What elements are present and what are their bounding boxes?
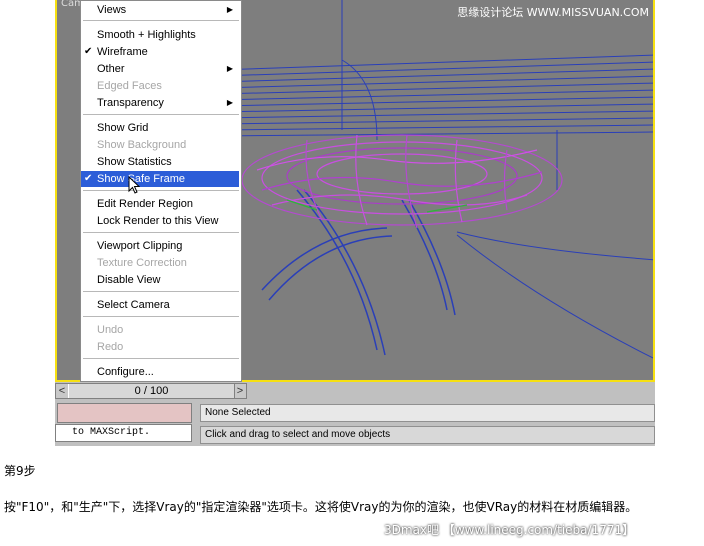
menu-item-redo: Redo (81, 339, 239, 355)
prompt-line: Click and drag to select and move object… (200, 426, 655, 444)
menu-item-lock-render[interactable]: Lock Render to this View (81, 213, 239, 229)
menu-item-configure[interactable]: Configure... (81, 364, 239, 380)
watermark-bottom: 3Dmax吧 【www.lineeg.com/tieba/1771】 (384, 523, 635, 537)
menu-separator (83, 232, 239, 234)
menu-item-show-background: Show Background (81, 137, 239, 153)
instruction-paragraph: 按"F10"，和"生产"下，选择Vray的"指定渲染器"选项卡。这将使Vray的… (4, 500, 638, 514)
menu-item-label: Views (97, 4, 127, 16)
maxscript-mini-listener[interactable]: to MAXScript. (55, 424, 192, 442)
menu-item-wireframe[interactable]: ✔ Wireframe (81, 44, 239, 60)
menu-item-label: Redo (97, 341, 124, 353)
menu-item-label: Edit Render Region (97, 198, 194, 210)
menu-item-label: Show Safe Frame (97, 173, 186, 185)
menu-item-label: Show Statistics (97, 156, 172, 168)
menu-separator (83, 20, 239, 22)
slider-prev-button[interactable]: < (56, 384, 68, 398)
menu-item-label: Viewport Clipping (97, 240, 183, 252)
menu-separator (83, 291, 239, 293)
time-slider[interactable]: < 0 / 100 > (55, 383, 247, 399)
menu-item-select-camera[interactable]: Select Camera (81, 297, 239, 313)
menu-item-edit-render-region[interactable]: Edit Render Region (81, 196, 239, 212)
menu-item-views[interactable]: Views ▶ (81, 2, 239, 18)
menu-item-other[interactable]: Other ▶ (81, 61, 239, 77)
time-slider-thumb[interactable]: 0 / 100 (68, 384, 235, 398)
status-bar: < 0 / 100 > to MAXScript. None Selected … (55, 382, 655, 446)
menu-item-label: Other (97, 63, 125, 75)
menu-item-undo: Undo (81, 322, 239, 338)
menu-item-label: Show Grid (97, 122, 149, 134)
step-title: 第9步 (4, 464, 36, 478)
menu-item-label: Select Camera (97, 299, 170, 311)
menu-separator (83, 358, 239, 360)
menu-item-label: Edged Faces (97, 80, 162, 92)
menu-item-disable-view[interactable]: Disable View (81, 272, 239, 288)
submenu-arrow-icon: ▶ (226, 5, 233, 14)
menu-item-show-statistics[interactable]: Show Statistics (81, 154, 239, 170)
menu-item-label: Texture Correction (97, 257, 187, 269)
menu-item-label: Undo (97, 324, 124, 336)
menu-item-show-grid[interactable]: Show Grid (81, 120, 239, 136)
selection-status: None Selected (200, 404, 655, 422)
menu-item-texture-correction: Texture Correction (81, 255, 239, 271)
menu-separator (83, 114, 239, 116)
submenu-arrow-icon: ▶ (226, 64, 233, 73)
watermark-top: 思缘设计论坛 WWW.MISSVUAN.COM (457, 6, 649, 19)
menu-item-label: Show Background (97, 139, 187, 151)
menu-item-label: Wireframe (97, 46, 148, 58)
menu-item-label: Smooth + Highlights (97, 29, 196, 41)
submenu-arrow-icon: ▶ (226, 98, 233, 107)
menu-item-show-safe-frame[interactable]: ✔ Show Safe Frame (81, 171, 239, 187)
slider-next-button[interactable]: > (234, 384, 246, 398)
checkmark-icon: ✔ (84, 173, 93, 184)
menu-item-label: Disable View (97, 274, 161, 286)
menu-item-edged-faces: Edged Faces (81, 78, 239, 94)
menu-item-transparency[interactable]: Transparency ▶ (81, 95, 239, 111)
checkmark-icon: ✔ (84, 46, 93, 57)
menu-item-label: Configure... (97, 366, 154, 378)
menu-item-smooth-highlights[interactable]: Smooth + Highlights (81, 27, 239, 43)
menu-item-viewport-clipping[interactable]: Viewport Clipping (81, 238, 239, 254)
menu-item-label: Transparency (97, 97, 164, 109)
menu-item-label: Lock Render to this View (97, 215, 219, 227)
mouse-cursor-icon (128, 176, 140, 194)
maxscript-listener-box[interactable] (57, 403, 192, 423)
viewport-context-menu: Views ▶ Smooth + Highlights ✔ Wireframe Ot… (80, 0, 242, 382)
menu-separator (83, 316, 239, 318)
menu-separator (83, 190, 239, 192)
